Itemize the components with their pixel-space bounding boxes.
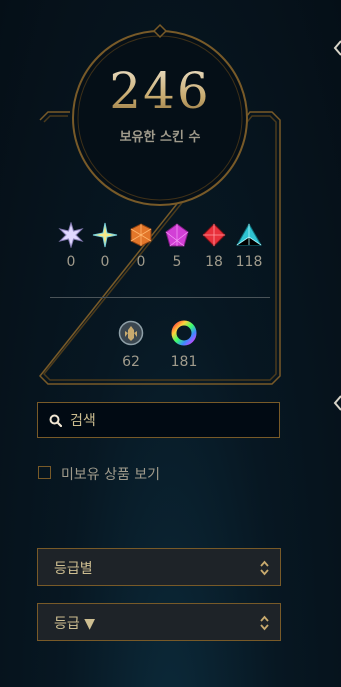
legacy-icon	[118, 320, 144, 346]
group-by-select-value: 등급별	[54, 561, 93, 577]
ultimate-gem-icon	[58, 222, 84, 248]
chroma-icon	[171, 320, 197, 346]
skin-count: 246	[0, 62, 320, 120]
legacy-count[interactable]: 62	[111, 320, 151, 370]
sort-select-value: 등급 ▼	[54, 616, 95, 632]
search-box[interactable]	[37, 402, 280, 439]
rarity-gem-list: 0 0 0 5 18 118	[54, 222, 284, 282]
mythic-gem-icon	[92, 222, 118, 248]
search-icon	[49, 414, 62, 427]
skin-count-label: 보유한 스킨 수	[119, 130, 201, 145]
up-down-chevron-icon	[260, 560, 269, 576]
section-divider	[50, 297, 270, 298]
standard-gem-icon	[236, 222, 262, 246]
gem-rare[interactable]: 18	[197, 222, 231, 270]
up-down-chevron-icon	[260, 615, 269, 631]
epic-gem-icon	[165, 223, 189, 247]
gem-epic[interactable]: 5	[160, 222, 194, 270]
gem-legendary[interactable]: 0	[124, 222, 158, 270]
gem-mythic[interactable]: 0	[88, 222, 122, 270]
sort-select[interactable]: 등급 ▼	[37, 603, 281, 641]
unowned-checkbox[interactable]	[38, 466, 51, 479]
edge-decoration-icon	[333, 40, 341, 56]
legendary-gem-icon	[130, 223, 152, 247]
rare-gem-icon	[202, 223, 226, 247]
group-by-select[interactable]: 등급별	[37, 548, 281, 586]
gem-ultimate[interactable]: 0	[54, 222, 88, 270]
search-input[interactable]	[68, 403, 272, 439]
unowned-toggle-label: 미보유 상품 보기	[61, 467, 161, 483]
chroma-count[interactable]: 181	[164, 320, 204, 370]
edge-decoration-icon	[333, 395, 341, 411]
gem-standard[interactable]: 118	[232, 222, 266, 270]
